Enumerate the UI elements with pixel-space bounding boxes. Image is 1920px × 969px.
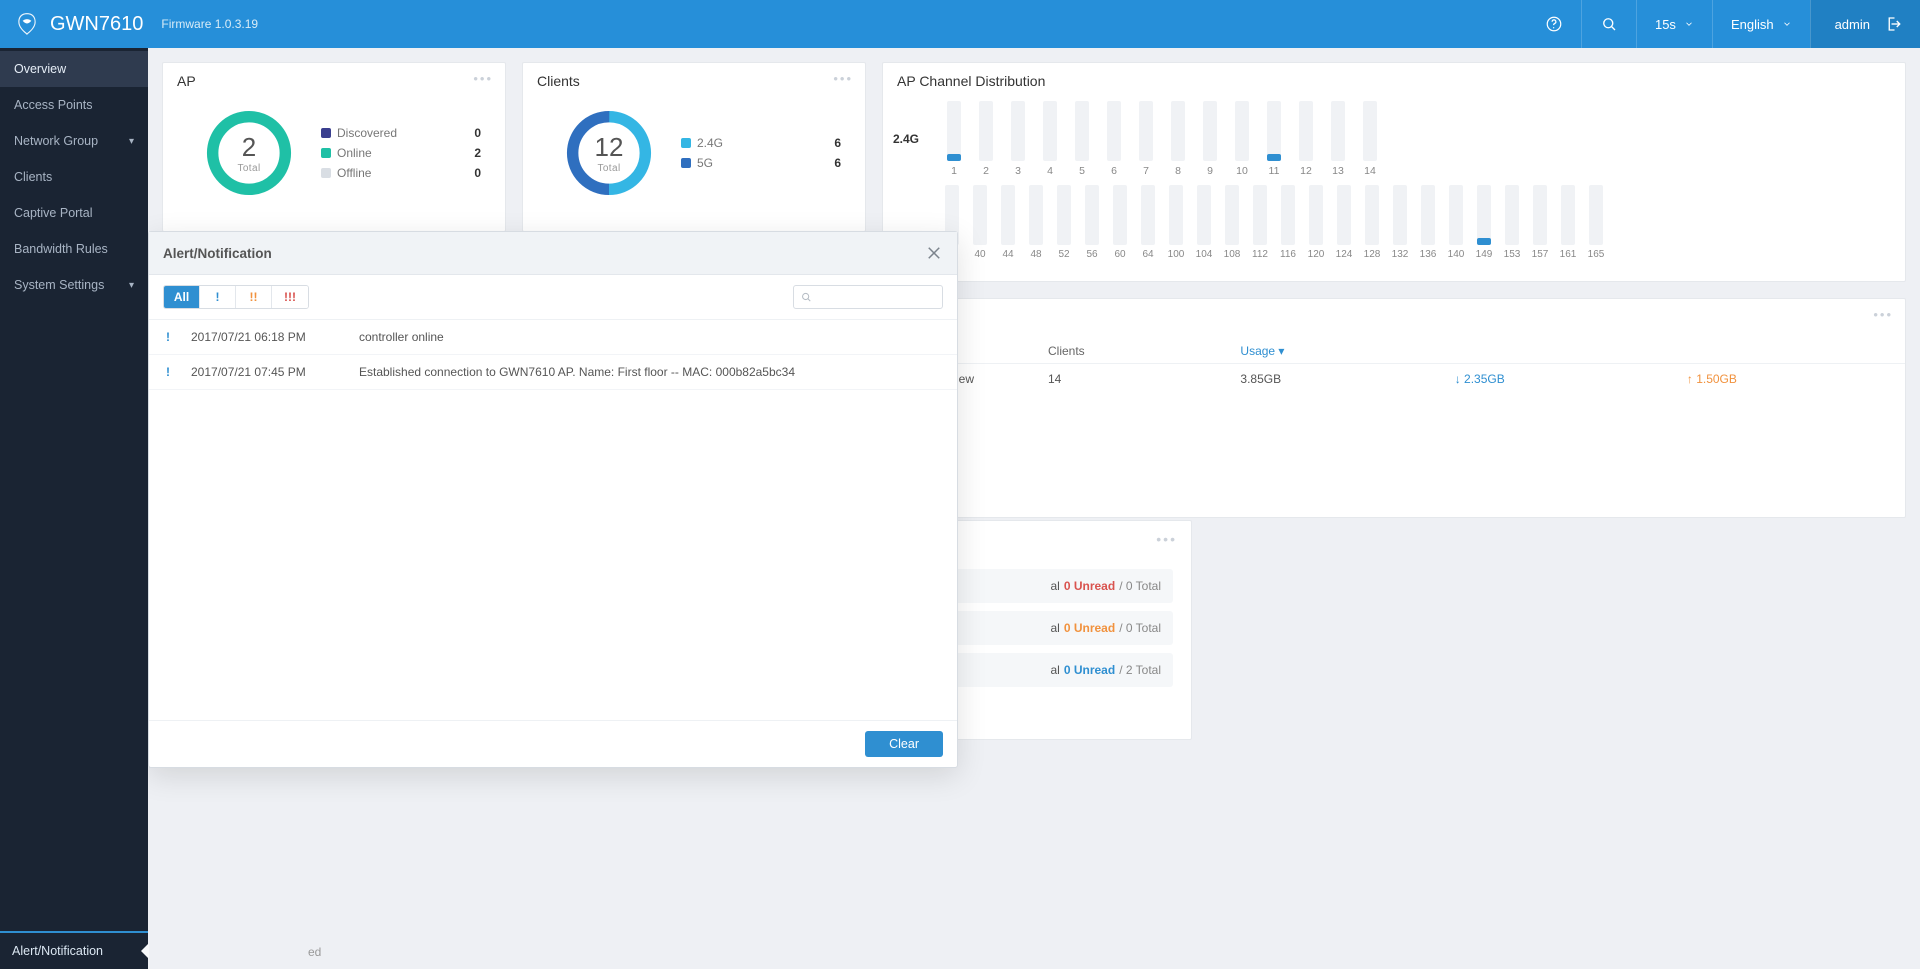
swatch-icon	[681, 158, 691, 168]
firmware-version: Firmware 1.0.3.19	[161, 17, 258, 31]
upload-icon: ↑	[1687, 372, 1693, 386]
download-icon: ↓	[1455, 372, 1461, 386]
ap-donut: 2 Total	[201, 105, 297, 201]
clients-card-menu[interactable]: •••	[833, 71, 853, 86]
caret-down-icon: ▾	[129, 136, 134, 147]
ap-card-title: AP	[163, 63, 505, 99]
filter-level-2[interactable]: !!	[236, 286, 272, 308]
alert-modal: Alert/Notification All ! !! !!! !2017/07…	[148, 231, 958, 768]
footer-line: ed	[308, 945, 1906, 959]
chan-row24-label: 2.4G	[893, 132, 937, 146]
swatch-icon	[321, 168, 331, 178]
top-ap-menu[interactable]: •••	[1873, 307, 1893, 322]
sidebar-item-bandwidth-rules[interactable]: Bandwidth Rules	[0, 231, 148, 267]
modal-title: Alert/Notification	[163, 246, 272, 261]
clients-donut: 12 Total	[561, 105, 657, 201]
chevron-down-icon	[1684, 19, 1694, 29]
alert-card-menu[interactable]: •••	[1156, 531, 1177, 547]
info-icon: !	[163, 330, 173, 344]
modal-header: Alert/Notification	[149, 232, 957, 275]
notification-row[interactable]: !2017/07/21 07:45 PMEstablished connecti…	[149, 355, 957, 390]
swatch-icon	[681, 138, 691, 148]
brand-name: GWN7610	[50, 13, 143, 36]
logout-icon	[1884, 15, 1902, 33]
sidebar-item-network-group[interactable]: Network Group▾	[0, 123, 148, 159]
sidebar-item-clients[interactable]: Clients	[0, 159, 148, 195]
clients-card-title: Clients	[523, 63, 865, 99]
clients-total: 12	[595, 132, 624, 163]
sidebar-item-access-points[interactable]: Access Points	[0, 87, 148, 123]
brand-logo-icon	[14, 11, 40, 37]
ap-total-label: Total	[237, 163, 260, 174]
sidebar-item-system-settings[interactable]: System Settings▾	[0, 267, 148, 303]
sidebar: OverviewAccess PointsNetwork Group▾Clien…	[0, 48, 148, 969]
refresh-dropdown[interactable]: 15s	[1636, 0, 1712, 48]
search-icon	[1600, 15, 1618, 33]
help-button[interactable]	[1527, 0, 1581, 48]
filter-level-3[interactable]: !!!	[272, 286, 308, 308]
modal-search[interactable]	[793, 285, 943, 309]
swatch-icon	[321, 128, 331, 138]
channel-card: AP Channel Distribution 2.4G 12345678910…	[882, 62, 1906, 282]
clear-button[interactable]: Clear	[865, 731, 943, 757]
clients-total-label: Total	[597, 163, 620, 174]
modal-toolbar: All ! !! !!!	[149, 275, 957, 320]
filter-all[interactable]: All	[164, 286, 200, 308]
sidebar-bottom-label: Alert/Notification	[12, 944, 103, 958]
modal-search-input[interactable]	[816, 290, 936, 304]
notification-list: !2017/07/21 06:18 PMcontroller online!20…	[149, 320, 957, 720]
language-dropdown[interactable]: English	[1712, 0, 1810, 48]
close-icon[interactable]	[925, 244, 943, 262]
search-icon	[800, 290, 812, 304]
sidebar-bottom-alerts[interactable]: Alert/Notification	[0, 931, 148, 969]
ap-legend: Discovered0Online2Offline0	[321, 120, 491, 186]
col-usage[interactable]: Usage ▾	[1240, 344, 1284, 358]
chan-bars-5g: 3640444852566064100104108112116120124128…	[941, 185, 1895, 260]
user-menu[interactable]: admin	[1810, 0, 1920, 48]
swatch-icon	[321, 148, 331, 158]
ap-card: AP ••• 2 Total Discovered0Online2Offline…	[162, 62, 506, 232]
user-name: admin	[1835, 17, 1870, 32]
channel-card-title: AP Channel Distribution	[883, 63, 1905, 99]
clients-legend: 2.4G65G6	[681, 130, 851, 176]
sidebar-item-overview[interactable]: Overview	[0, 51, 148, 87]
app-header: GWN7610 Firmware 1.0.3.19 15s English ad…	[0, 0, 1920, 48]
chan-bars-24g: 1234567891011121314	[941, 101, 1895, 177]
clients-card: Clients ••• 12 Total 2.4G65G6	[522, 62, 866, 232]
refresh-value: 15s	[1655, 17, 1676, 32]
notification-row[interactable]: !2017/07/21 06:18 PMcontroller online	[149, 320, 957, 355]
info-icon: !	[163, 365, 173, 379]
chevron-down-icon	[1782, 19, 1792, 29]
col-clients[interactable]: Clients	[1034, 339, 1226, 364]
search-button[interactable]	[1581, 0, 1636, 48]
ap-total: 2	[242, 132, 256, 163]
brand: GWN7610	[0, 11, 143, 37]
help-icon	[1545, 15, 1563, 33]
filter-level-1[interactable]: !	[200, 286, 236, 308]
modal-footer: Clear	[149, 720, 957, 767]
sidebar-item-captive-portal[interactable]: Captive Portal	[0, 195, 148, 231]
language-value: English	[1731, 17, 1774, 32]
header-right: 15s English admin	[1527, 0, 1920, 48]
ap-card-menu[interactable]: •••	[473, 71, 493, 86]
severity-filter: All ! !! !!!	[163, 285, 309, 309]
caret-down-icon: ▾	[129, 280, 134, 291]
main-content: AP ••• 2 Total Discovered0Online2Offline…	[148, 48, 1920, 969]
